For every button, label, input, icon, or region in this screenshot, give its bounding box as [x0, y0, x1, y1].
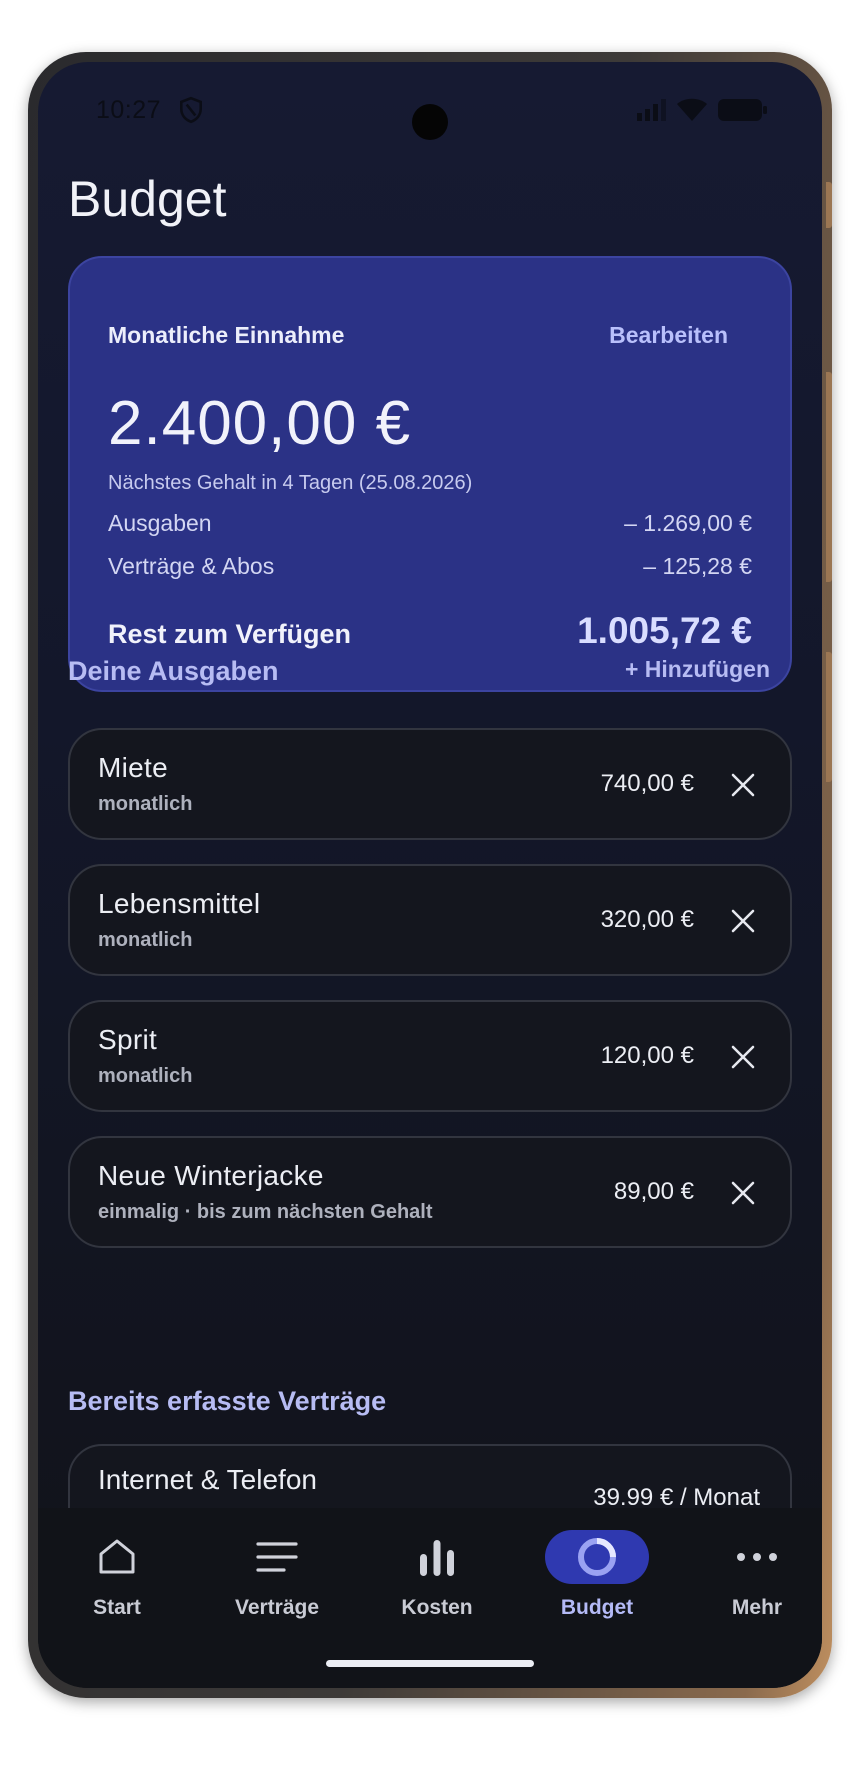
- battery-icon: [718, 99, 767, 121]
- expense-frequency: einmalig · bis zum nächsten Gehalt: [98, 1201, 433, 1223]
- home-icon: [99, 1539, 135, 1574]
- remaining-label: Rest zum Verfügen: [108, 619, 352, 649]
- contracts-summary-row: Verträge & Abos – 125,28 €: [108, 553, 752, 580]
- expense-name: Miete: [98, 752, 168, 783]
- expense-name: Lebensmittel: [98, 888, 261, 919]
- expense-item[interactable]: Neue Winterjacke einmalig · bis zum näch…: [68, 1136, 792, 1248]
- expense-amount: 120,00 €: [600, 1042, 694, 1069]
- expenses-summary-row: Ausgaben – 1.269,00 €: [108, 510, 752, 537]
- bar-chart-icon: [420, 1540, 454, 1576]
- expense-frequency: monatlich: [98, 1065, 193, 1087]
- close-icon[interactable]: [728, 770, 758, 800]
- page-title: Budget: [68, 171, 227, 227]
- nav-label: Mehr: [731, 1596, 783, 1619]
- close-icon[interactable]: [728, 906, 758, 936]
- close-icon[interactable]: [728, 1042, 758, 1072]
- contracts-section-header: Bereits erfasste Verträge: [68, 1386, 770, 1417]
- wifi-icon: [677, 98, 707, 121]
- side-button: [826, 182, 832, 228]
- nav-item-mehr[interactable]: Mehr: [682, 1508, 822, 1620]
- front-camera: [412, 104, 448, 140]
- expense-item[interactable]: Miete monatlich 740,00 €: [68, 728, 792, 840]
- signal-icon: [637, 99, 666, 121]
- donut-icon: [578, 1538, 616, 1576]
- list-icon: [256, 1542, 298, 1572]
- expense-item[interactable]: Lebensmittel monatlich 320,00 €: [68, 864, 792, 976]
- contract-name: Internet & Telefon: [98, 1464, 317, 1495]
- status-time: 10:27: [96, 96, 162, 124]
- expenses-section-title: Deine Ausgaben: [68, 656, 279, 686]
- expense-frequency: monatlich: [98, 929, 193, 951]
- nav-label: Verträge: [234, 1596, 320, 1619]
- expenses-section-header: Deine Ausgaben + Hinzufügen: [68, 656, 770, 687]
- add-expense-button[interactable]: + Hinzufügen: [625, 656, 770, 687]
- expense-name: Neue Winterjacke: [98, 1160, 324, 1191]
- shield-icon: [180, 96, 202, 124]
- next-salary-text: Nächstes Gehalt in 4 Tagen (25.08.2026): [108, 472, 473, 494]
- nav-item-vertraege[interactable]: Verträge: [202, 1508, 352, 1620]
- contracts-section-title: Bereits erfasste Verträge: [68, 1386, 387, 1416]
- expenses-summary-label: Ausgaben: [108, 510, 212, 536]
- nav-label: Start: [93, 1596, 141, 1619]
- nav-label: Budget: [560, 1596, 634, 1619]
- app-screen: 10:27 Budget Monatliche Einnahme Bearbei…: [38, 62, 822, 1688]
- more-icon: [737, 1553, 777, 1561]
- status-icons: [636, 98, 768, 122]
- nav-item-start[interactable]: Start: [42, 1508, 192, 1620]
- contracts-summary-label: Verträge & Abos: [108, 553, 275, 579]
- expense-amount: 320,00 €: [600, 906, 694, 933]
- income-amount: 2.400,00 €: [108, 389, 412, 458]
- expense-amount: 89,00 €: [613, 1178, 694, 1205]
- power-button: [826, 652, 832, 782]
- edit-income-button[interactable]: Bearbeiten: [609, 322, 728, 349]
- expenses-summary-value: – 1.269,00 €: [624, 510, 752, 536]
- income-card: Monatliche Einnahme Bearbeiten 2.400,00 …: [68, 256, 792, 692]
- contracts-summary-value: – 125,28 €: [643, 553, 752, 579]
- expense-amount: 740,00 €: [600, 770, 694, 797]
- nav-item-budget[interactable]: Budget: [522, 1508, 672, 1620]
- volume-button: [826, 372, 832, 582]
- expense-item[interactable]: Sprit monatlich 120,00 €: [68, 1000, 792, 1112]
- income-label: Monatliche Einnahme: [108, 322, 345, 348]
- remaining-value: 1.005,72 €: [577, 610, 752, 651]
- remaining-row: Rest zum Verfügen 1.005,72 €: [108, 610, 752, 652]
- nav-label: Kosten: [401, 1596, 473, 1619]
- nav-item-kosten[interactable]: Kosten: [362, 1508, 512, 1620]
- home-indicator[interactable]: [326, 1660, 534, 1667]
- expense-name: Sprit: [98, 1024, 158, 1055]
- expense-frequency: monatlich: [98, 793, 193, 815]
- close-icon[interactable]: [728, 1178, 758, 1208]
